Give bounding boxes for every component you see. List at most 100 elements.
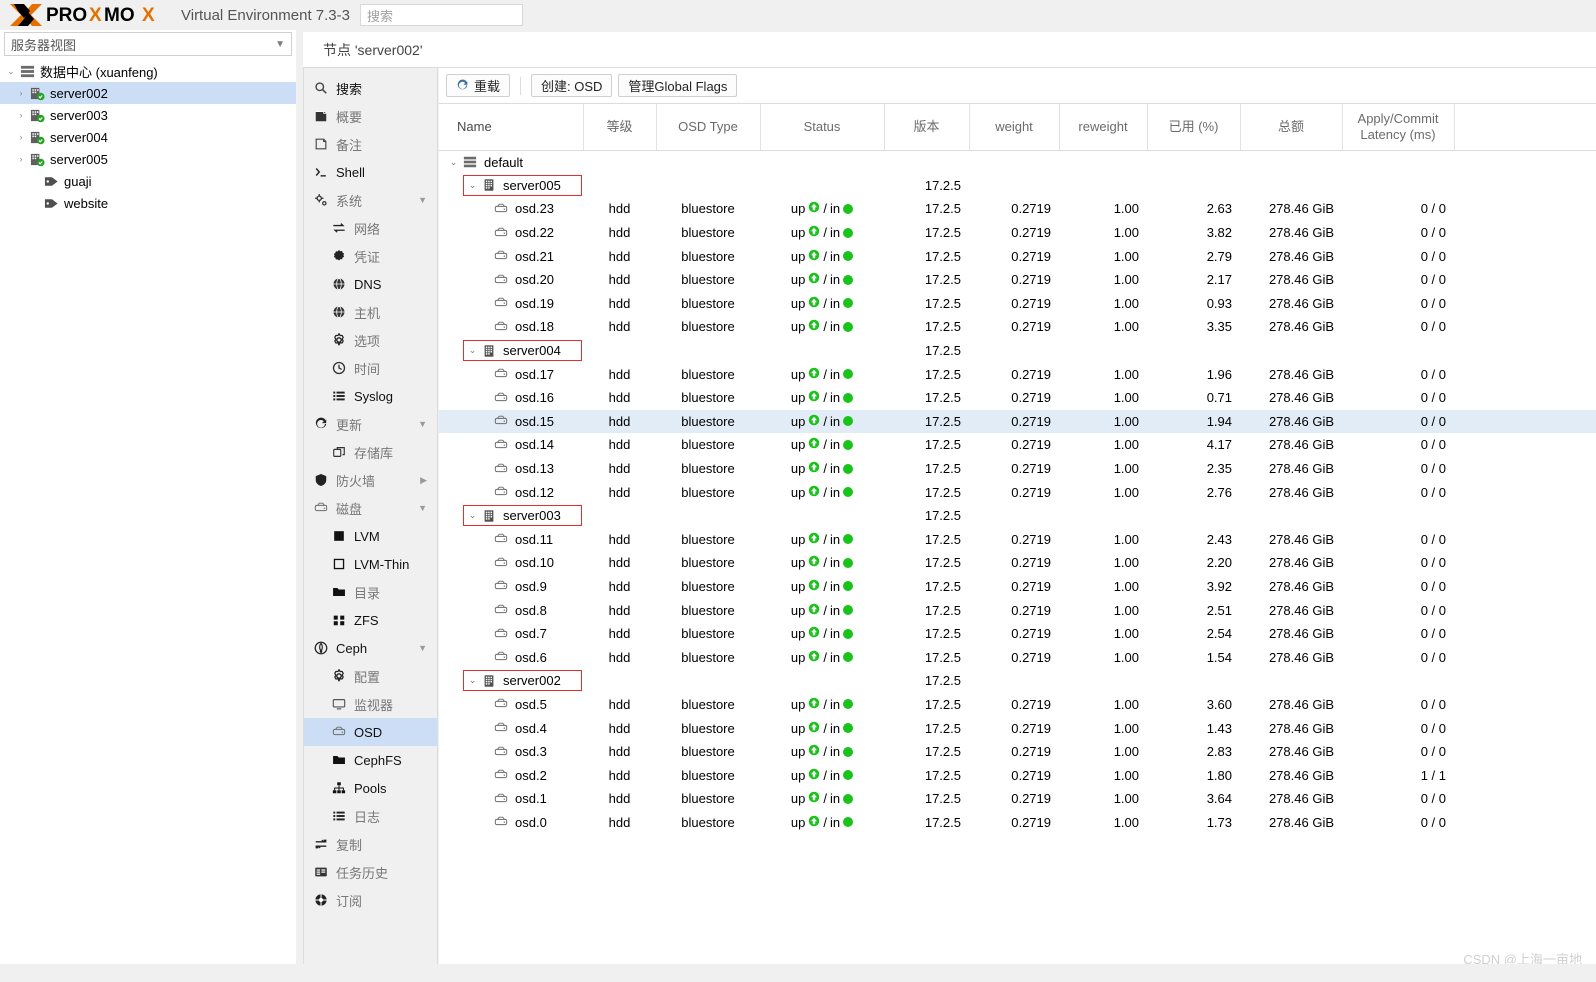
column-header-version[interactable]: 版本 — [884, 104, 970, 151]
table-row[interactable]: osd.19 hdd bluestore up / in 17.2.5 0.2719 1.00 0… — [439, 292, 1596, 316]
column-header-reweight[interactable]: reweight — [1059, 104, 1148, 151]
status-separator: / — [823, 744, 827, 760]
submenu-arrow-icon[interactable]: ▼ — [418, 195, 427, 205]
nav-item-osd[interactable]: OSD — [304, 718, 437, 746]
tree-item-server004[interactable]: › server004 — [0, 126, 296, 148]
nav-item--[interactable]: 任务历史 — [304, 858, 437, 886]
expand-arrow-icon[interactable]: › — [14, 132, 28, 142]
submenu-arrow-icon[interactable]: ▶ — [420, 475, 427, 486]
expand-arrow-icon[interactable]: › — [14, 110, 28, 120]
reload-button[interactable]: 重载 — [446, 74, 511, 97]
nav-item--[interactable]: 主机 — [304, 298, 437, 326]
table-row[interactable]: osd.23 hdd bluestore up / in 17.2.5 0.2719 1.00 2… — [439, 197, 1596, 221]
column-header-name[interactable]: Name — [439, 104, 584, 151]
table-row[interactable]: osd.2 hdd bluestore up / in 17.2.5 0.2719 1.00 1.… — [439, 763, 1596, 787]
nav-item--[interactable]: 订阅 — [304, 886, 437, 914]
nav-item-shell[interactable]: Shell — [304, 158, 437, 186]
tree-item-guaji[interactable]: guaji — [0, 170, 296, 192]
expand-arrow-icon[interactable]: ⌄ — [466, 675, 479, 686]
submenu-arrow-icon[interactable]: ▼ — [418, 419, 427, 429]
create-osd-button[interactable]: 创建: OSD — [531, 74, 613, 97]
nav-item--[interactable]: 存储库 — [304, 438, 437, 466]
nav-item--[interactable]: 概要 — [304, 102, 437, 130]
nav-item--[interactable]: 系统 ▼ — [304, 186, 437, 214]
submenu-arrow-icon[interactable]: ▼ — [418, 503, 427, 513]
nav-item-dns[interactable]: DNS — [304, 270, 437, 298]
nav-item--[interactable]: 目录 — [304, 578, 437, 606]
table-row[interactable]: ⌄ server003 17.2.5 — [439, 504, 1596, 528]
nav-item--[interactable]: 时间 — [304, 354, 437, 382]
table-row[interactable]: osd.20 hdd bluestore up / in 17.2.5 0.2719 1.00 2… — [439, 268, 1596, 292]
column-header-total[interactable]: 总额 — [1240, 104, 1343, 151]
proxmox-logo[interactable]: PRO X MO X — [8, 2, 176, 28]
expand-arrow-icon[interactable]: ⌄ — [466, 345, 479, 356]
table-row[interactable]: osd.13 hdd bluestore up / in 17.2.5 0.2719 1.00 2… — [439, 457, 1596, 481]
table-row[interactable]: osd.21 hdd bluestore up / in 17.2.5 0.2719 1.00 2… — [439, 244, 1596, 268]
table-row[interactable]: osd.18 hdd bluestore up / in 17.2.5 0.2719 1.00 3… — [439, 315, 1596, 339]
table-row[interactable]: osd.1 hdd bluestore up / in 17.2.5 0.2719 1.00 3.… — [439, 787, 1596, 811]
nav-item-pools[interactable]: Pools — [304, 774, 437, 802]
nav-item--[interactable]: 复制 — [304, 830, 437, 858]
expand-arrow-icon[interactable]: ⌄ — [4, 66, 18, 77]
nav-item--[interactable]: 备注 — [304, 130, 437, 158]
nav-item--[interactable]: 更新 ▼ — [304, 410, 437, 438]
table-row[interactable]: osd.3 hdd bluestore up / in 17.2.5 0.2719 1.00 2.… — [439, 740, 1596, 764]
tree-item-website[interactable]: website — [0, 192, 296, 214]
table-row[interactable]: osd.12 hdd bluestore up / in 17.2.5 0.2719 1.00 2… — [439, 480, 1596, 504]
nav-item--[interactable]: 日志 — [304, 802, 437, 830]
expand-arrow-icon[interactable]: › — [14, 88, 28, 98]
expand-arrow-icon[interactable]: ⌄ — [466, 510, 479, 521]
table-row[interactable]: osd.16 hdd bluestore up / in 17.2.5 0.2719 1.00 0… — [439, 386, 1596, 410]
submenu-arrow-icon[interactable]: ▼ — [418, 643, 427, 653]
table-row[interactable]: ⌄ server004 17.2.5 — [439, 339, 1596, 363]
expand-arrow-icon[interactable]: ⌄ — [447, 157, 460, 168]
tree-item-server005[interactable]: › server005 — [0, 148, 296, 170]
tree-item--xuanfeng-[interactable]: ⌄ 数据中心 (xuanfeng) — [0, 60, 296, 82]
table-row[interactable]: osd.6 hdd bluestore up / in 17.2.5 0.2719 1.00 1.… — [439, 645, 1596, 669]
nav-item--[interactable]: 磁盘 ▼ — [304, 494, 437, 522]
column-header-weight[interactable]: weight — [969, 104, 1060, 151]
nav-item--[interactable]: 防火墙 ▶ — [304, 466, 437, 494]
table-row[interactable]: osd.15 hdd bluestore up / in 17.2.5 0.2719 1.00 1… — [439, 409, 1596, 434]
column-header-status[interactable]: Status — [760, 104, 885, 151]
table-row[interactable]: osd.22 hdd bluestore up / in 17.2.5 0.2719 1.00 3… — [439, 221, 1596, 245]
status-separator: / — [823, 248, 827, 264]
table-row[interactable]: osd.9 hdd bluestore up / in 17.2.5 0.2719 1.00 3.… — [439, 575, 1596, 599]
table-row[interactable]: osd.17 hdd bluestore up / in 17.2.5 0.2719 1.00 1… — [439, 362, 1596, 386]
nav-item--[interactable]: 网络 — [304, 214, 437, 242]
nav-item-lvm-thin[interactable]: LVM-Thin — [304, 550, 437, 578]
nav-item--[interactable]: 选项 — [304, 326, 437, 354]
table-row[interactable]: ⌄ default — [439, 150, 1596, 174]
nav-item-zfs[interactable]: ZFS — [304, 606, 437, 634]
nav-item--[interactable]: 监视器 — [304, 690, 437, 718]
table-row[interactable]: osd.8 hdd bluestore up / in 17.2.5 0.2719 1.00 2.… — [439, 598, 1596, 622]
nav-item--[interactable]: 配置 — [304, 662, 437, 690]
expand-arrow-icon[interactable]: › — [14, 154, 28, 164]
table-row[interactable]: osd.0 hdd bluestore up / in 17.2.5 0.2719 1.00 1.… — [439, 811, 1596, 835]
nav-item-ceph[interactable]: Ceph ▼ — [304, 634, 437, 662]
nav-item--[interactable]: 凭证 — [304, 242, 437, 270]
table-row[interactable]: osd.5 hdd bluestore up / in 17.2.5 0.2719 1.00 3.… — [439, 693, 1596, 717]
column-header-class[interactable]: 等级 — [583, 104, 657, 151]
table-row[interactable]: ⌄ server002 17.2.5 — [439, 669, 1596, 693]
nav-item--[interactable]: 搜索 — [304, 74, 437, 102]
column-header-osd-type[interactable]: OSD Type — [656, 104, 761, 151]
nav-item-cephfs[interactable]: CephFS — [304, 746, 437, 774]
cell-weight: 0.2719 — [1011, 555, 1051, 571]
nav-item-lvm[interactable]: LVM — [304, 522, 437, 550]
tree-item-server002[interactable]: › server002 — [0, 82, 296, 104]
view-selector[interactable]: 服务器视图 ▼ — [4, 32, 292, 56]
table-row[interactable]: osd.14 hdd bluestore up / in 17.2.5 0.2719 1.00 4… — [439, 433, 1596, 457]
table-row[interactable]: osd.7 hdd bluestore up / in 17.2.5 0.2719 1.00 2.… — [439, 622, 1596, 646]
nav-item-syslog[interactable]: Syslog — [304, 382, 437, 410]
table-row[interactable]: osd.4 hdd bluestore up / in 17.2.5 0.2719 1.00 1.… — [439, 716, 1596, 740]
search-input[interactable]: 搜索 — [359, 4, 523, 26]
manage-global-flags-button[interactable]: 管理Global Flags — [618, 74, 738, 97]
tree-item-server003[interactable]: › server003 — [0, 104, 296, 126]
column-header-latency[interactable]: Apply/Commit Latency (ms) — [1342, 104, 1455, 151]
table-row[interactable]: osd.10 hdd bluestore up / in 17.2.5 0.2719 1.00 2… — [439, 551, 1596, 575]
table-row[interactable]: ⌄ server005 17.2.5 — [439, 174, 1596, 198]
expand-arrow-icon[interactable]: ⌄ — [466, 180, 479, 191]
table-row[interactable]: osd.11 hdd bluestore up / in 17.2.5 0.2719 1.00 2… — [439, 528, 1596, 552]
column-header-used-percent[interactable]: 已用 (%) — [1147, 104, 1241, 151]
